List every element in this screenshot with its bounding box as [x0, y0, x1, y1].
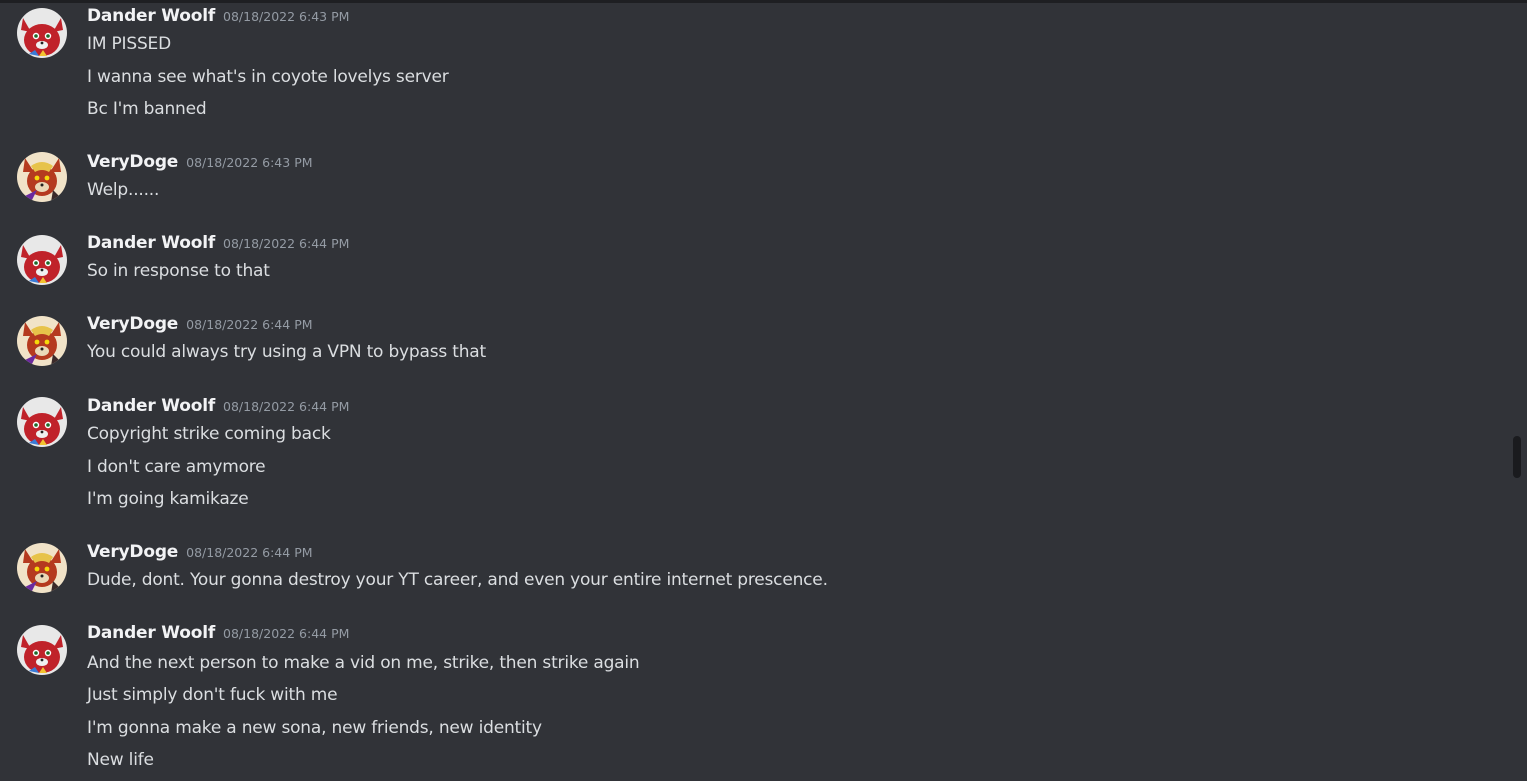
- message-text: I wanna see what's in coyote lovelys ser…: [87, 67, 449, 87]
- message-list[interactable]: Dander Woolf 08/18/2022 6:43 PM IM PISSED…: [0, 0, 1527, 781]
- username[interactable]: VeryDoge: [87, 152, 178, 172]
- dander-woolf-avatar-icon: [17, 235, 67, 285]
- message-header: Dander Woolf 08/18/2022 6:44 PM: [87, 623, 349, 647]
- avatar-dander-woolf[interactable]: [17, 8, 67, 58]
- dander-woolf-avatar-icon: [17, 625, 67, 675]
- scrollbar-thumb[interactable]: [1513, 436, 1521, 478]
- dander-woolf-avatar-icon: [17, 397, 67, 447]
- username[interactable]: Dander Woolf: [87, 623, 215, 643]
- avatar-verydoge[interactable]: [17, 152, 67, 202]
- message-header: VeryDoge 08/18/2022 6:44 PM: [87, 542, 313, 566]
- message-text: I'm gonna make a new sona, new friends, …: [87, 718, 542, 738]
- username[interactable]: Dander Woolf: [87, 233, 215, 253]
- timestamp[interactable]: 08/18/2022 6:44 PM: [186, 317, 312, 332]
- message-header: VeryDoge 08/18/2022 6:43 PM: [87, 152, 313, 176]
- timestamp[interactable]: 08/18/2022 6:44 PM: [223, 236, 349, 251]
- username[interactable]: VeryDoge: [87, 542, 178, 562]
- message-text: IM PISSED: [87, 34, 171, 54]
- dander-woolf-avatar-icon: [17, 8, 67, 58]
- verydoge-avatar-icon: [17, 316, 67, 366]
- avatar-verydoge[interactable]: [17, 316, 67, 366]
- verydoge-avatar-icon: [17, 543, 67, 593]
- message-text: New life: [87, 750, 154, 770]
- message-text: Copyright strike coming back: [87, 424, 331, 444]
- timestamp[interactable]: 08/18/2022 6:43 PM: [186, 155, 312, 170]
- message-header: Dander Woolf 08/18/2022 6:44 PM: [87, 396, 349, 420]
- message-text: You could always try using a VPN to bypa…: [87, 342, 486, 362]
- username[interactable]: VeryDoge: [87, 314, 178, 334]
- verydoge-avatar-icon: [17, 152, 67, 202]
- message-text: Welp......: [87, 180, 160, 200]
- timestamp[interactable]: 08/18/2022 6:43 PM: [223, 9, 349, 24]
- timestamp[interactable]: 08/18/2022 6:44 PM: [186, 545, 312, 560]
- message-text: Just simply don't fuck with me: [87, 685, 338, 705]
- message-header: Dander Woolf 08/18/2022 6:44 PM: [87, 233, 349, 257]
- timestamp[interactable]: 08/18/2022 6:44 PM: [223, 626, 349, 641]
- username[interactable]: Dander Woolf: [87, 396, 215, 416]
- message-header: VeryDoge 08/18/2022 6:44 PM: [87, 314, 313, 338]
- message-text: Bc I'm banned: [87, 99, 207, 119]
- message-text: Dude, dont. Your gonna destroy your YT c…: [87, 570, 828, 590]
- message-text: So in response to that: [87, 261, 270, 281]
- message-text: I don't care amymore: [87, 457, 266, 477]
- message-text: I'm going kamikaze: [87, 489, 249, 509]
- avatar-dander-woolf[interactable]: [17, 235, 67, 285]
- timestamp[interactable]: 08/18/2022 6:44 PM: [223, 399, 349, 414]
- username[interactable]: Dander Woolf: [87, 6, 215, 26]
- avatar-dander-woolf[interactable]: [17, 625, 67, 675]
- avatar-verydoge[interactable]: [17, 543, 67, 593]
- message-text: And the next person to make a vid on me,…: [87, 653, 640, 673]
- avatar-dander-woolf[interactable]: [17, 397, 67, 447]
- message-header: Dander Woolf 08/18/2022 6:43 PM: [87, 6, 349, 30]
